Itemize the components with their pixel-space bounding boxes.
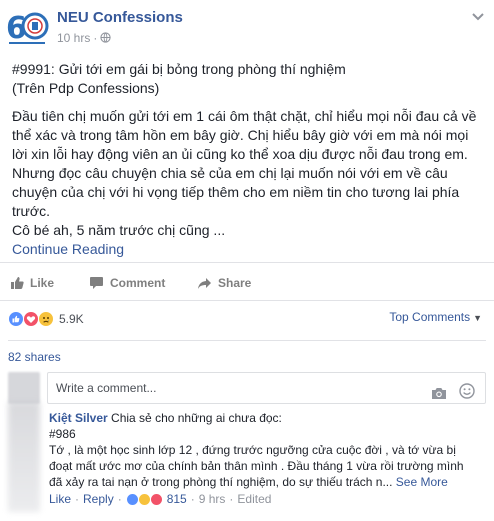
shares-count-link[interactable]: 82 shares	[8, 350, 61, 364]
comment-line: đã xảy ra tai nạn ở trong phòng thí nghi…	[49, 475, 393, 489]
like-button[interactable]: Like	[10, 270, 54, 296]
post-text-line: Đầu tiên chị muốn gửi tới em 1 cái ôm th…	[12, 108, 477, 124]
post-meta: 10 hrs ·	[57, 31, 111, 46]
post-actions: Like Comment Share	[10, 270, 484, 296]
sad-reaction-icon	[38, 311, 54, 327]
like-icon	[11, 277, 24, 289]
comment-reaction-count[interactable]: 815	[167, 491, 187, 507]
like-label: Like	[30, 276, 55, 290]
post-text-line: Cô bé ah, 5 năm trước chị cũng ...	[12, 222, 226, 238]
post-card: 6 NEU Confessions 10 hrs · #9991: Gửi tới…	[0, 0, 494, 521]
comment-edited-label: Edited	[237, 492, 272, 506]
love-reaction-icon	[23, 311, 39, 327]
chevron-down-icon[interactable]	[471, 9, 485, 21]
continue-reading-link[interactable]: Continue Reading	[12, 240, 488, 259]
post-title-line: #9991: Gửi tới em gái bị bỏng trong phòn…	[12, 61, 346, 77]
post-source-line: (Trên Pdp Confessions)	[12, 80, 160, 96]
share-button[interactable]: Share	[197, 270, 251, 296]
divider	[0, 300, 494, 301]
comment-input-placeholder: Write a comment...	[56, 381, 157, 395]
comment-icon	[90, 277, 103, 289]
post-text-line: lời xin lỗi hay động viên an ủi cũng ko …	[12, 146, 468, 162]
caret-down-icon: ▼	[473, 313, 482, 323]
footer-separator: ·	[229, 492, 234, 506]
comment-like-link[interactable]: Like	[49, 491, 71, 507]
footer-separator: ·	[190, 492, 195, 506]
share-icon	[198, 277, 211, 289]
footer-separator: ·	[117, 492, 122, 506]
sad-reaction-icon	[137, 492, 151, 506]
divider	[8, 340, 486, 341]
comment-lead: Chia sẻ cho những ai chưa đọc:	[111, 411, 282, 425]
footer-separator: ·	[75, 492, 80, 506]
comment-button[interactable]: Comment	[89, 270, 165, 296]
comment-input[interactable]: Write a comment...	[47, 372, 486, 404]
user-avatar[interactable]	[8, 372, 40, 404]
comment-author-link[interactable]: Kiệt Silver	[49, 411, 108, 425]
smiley-icon[interactable]	[459, 380, 475, 410]
like-reaction-icon	[8, 311, 24, 327]
comment-item: Kiệt Silver Chia sẻ cho những ai chưa đọ…	[49, 410, 489, 507]
camera-icon[interactable]	[431, 381, 447, 411]
commenter-avatar[interactable]	[8, 402, 40, 512]
comment-line: đoạt mất ước mơ của chính bản thân mình …	[49, 459, 464, 473]
share-label: Share	[218, 276, 252, 290]
post-text-line: trước.	[12, 203, 50, 219]
reaction-count[interactable]: 5.9K	[59, 312, 84, 326]
post-text-line: thể xác và trong tâm hồn em bây giờ. Chị…	[12, 127, 469, 143]
see-more-link[interactable]: See More	[396, 475, 448, 489]
reaction-summary[interactable]: 5.9K	[8, 309, 84, 329]
page-name-link[interactable]: NEU Confessions	[57, 9, 183, 26]
comment-line: #986	[49, 427, 76, 441]
comment-reply-link[interactable]: Reply	[83, 491, 114, 507]
divider	[0, 262, 494, 263]
top-comments-label: Top Comments	[389, 310, 471, 324]
page-avatar[interactable]: 6	[5, 4, 49, 48]
love-reaction-icon	[149, 492, 163, 506]
post-time[interactable]: 10 hrs	[57, 31, 90, 45]
page-logo-icon: 6	[6, 11, 49, 46]
post-header: 6 NEU Confessions 10 hrs ·	[0, 0, 494, 52]
like-reaction-icon	[125, 492, 139, 506]
globe-icon	[100, 32, 111, 46]
comment-label: Comment	[110, 276, 166, 290]
comment-footer: Like · Reply · 815 · 9 hrs · Edited	[49, 491, 489, 507]
post-text-line: Nhưng đọc câu chuyện chia sẻ của em chị …	[12, 165, 448, 181]
top-comments-dropdown[interactable]: Top Comments ▼	[389, 310, 482, 324]
comment-line: Tớ , là một học sinh lớp 12 , đứng trước…	[49, 443, 456, 457]
meta-separator: ·	[93, 31, 98, 45]
post-text: #9991: Gửi tới em gái bị bỏng trong phòn…	[12, 60, 488, 259]
comment-time[interactable]: 9 hrs	[199, 491, 226, 507]
post-text-line: chuyện của chị với hi vọng tiếp thêm cho…	[12, 184, 460, 200]
